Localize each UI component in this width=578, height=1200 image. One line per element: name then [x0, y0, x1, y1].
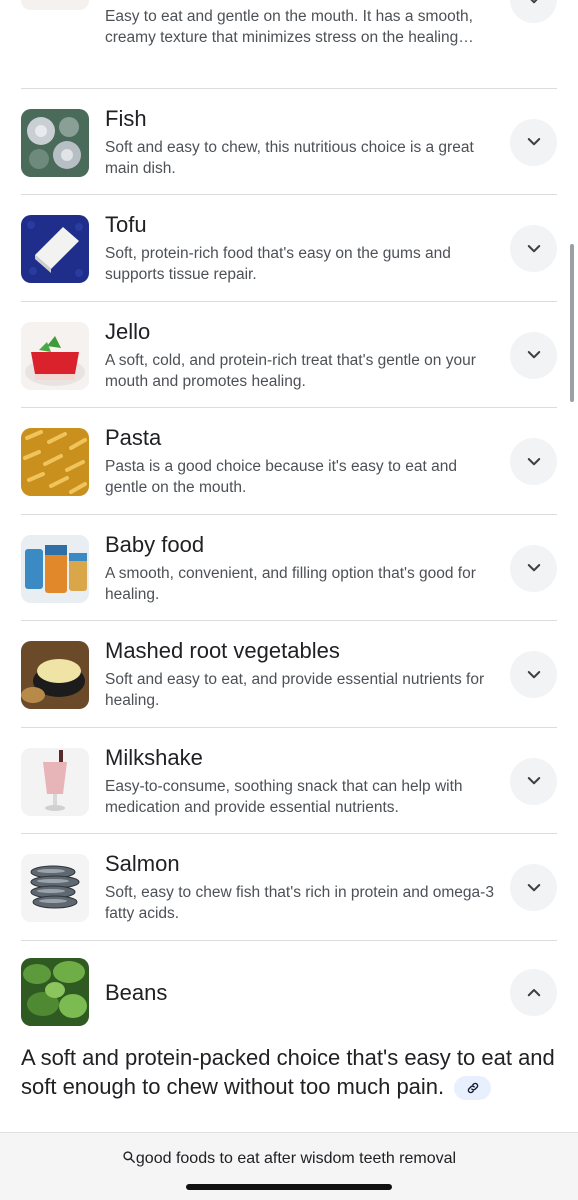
- list-item[interactable]: Salmon Soft, easy to chew fish that's ri…: [21, 834, 557, 941]
- item-title: Pasta: [105, 425, 162, 450]
- item-description: Easy-to-consume, soothing snack that can…: [105, 777, 463, 816]
- expand-button[interactable]: [510, 331, 557, 379]
- jello-photo: [21, 321, 89, 390]
- chevron-down-icon: [530, 0, 537, 3]
- search-query-bar[interactable]: good foods to eat after wisdom teeth rem…: [0, 1132, 578, 1200]
- beans-photo: [21, 958, 89, 1026]
- list-item[interactable]: Fish Soft and easy to chew, this nutriti…: [21, 89, 557, 195]
- item-title: Jello: [105, 318, 151, 344]
- expand-button[interactable]: [510, 757, 557, 805]
- list-item[interactable]: Jello A soft, cold, and protein-rich tre…: [21, 302, 557, 408]
- food-list: Easy to eat and gentle on the mouth. It …: [0, 0, 578, 941]
- item-description: Soft, protein-rich food that's easy on t…: [105, 245, 451, 283]
- item-description: Easy to eat and gentle on the mouth. It …: [105, 8, 474, 46]
- chevron-down-icon: [527, 244, 540, 252]
- search-icon: [123, 1151, 135, 1163]
- pudding-photo: [21, 0, 89, 10]
- list-item[interactable]: Milkshake Easy-to-consume, soothing snac…: [21, 728, 557, 834]
- item-description: Soft and easy to eat, and provide essent…: [105, 671, 485, 709]
- baby-food-photo: [21, 534, 89, 603]
- results-page: Easy to eat and gentle on the mouth. It …: [0, 0, 578, 1200]
- expand-button[interactable]: [510, 438, 557, 485]
- expand-button[interactable]: [510, 118, 557, 166]
- search-query[interactable]: good foods to eat after wisdom teeth rem…: [0, 1150, 578, 1168]
- collapse-button[interactable]: [510, 969, 557, 1016]
- list-item[interactable]: Pasta Pasta is a good choice because it'…: [21, 408, 557, 515]
- item-title: Milkshake: [105, 744, 203, 770]
- home-indicator[interactable]: [186, 1184, 392, 1190]
- list-item[interactable]: Mashed root vegetables Soft and easy to …: [21, 621, 557, 728]
- chevron-down-icon: [527, 457, 540, 465]
- item-title: Beans: [105, 980, 168, 1005]
- expand-button[interactable]: [510, 651, 557, 698]
- item-title: Fish: [105, 105, 147, 131]
- tofu-photo: [21, 215, 89, 283]
- item-title: Salmon: [105, 851, 180, 876]
- item-description: Soft and easy to chew, this nutritious c…: [105, 138, 474, 177]
- item-description: Soft, easy to chew fish that's rich in p…: [105, 884, 494, 922]
- chevron-down-icon: [527, 351, 540, 359]
- chevron-down-icon: [527, 670, 540, 678]
- chevron-down-icon: [527, 777, 540, 785]
- item-description: Pasta is a good choice because it's easy…: [105, 458, 457, 496]
- list-item[interactable]: Baby food A smooth, convenient, and fill…: [21, 515, 557, 621]
- item-title: Tofu: [105, 212, 147, 237]
- item-title: Baby food: [105, 531, 205, 557]
- chevron-up-icon: [527, 988, 540, 996]
- item-description: A soft, cold, and protein-rich treat tha…: [105, 351, 476, 390]
- mashed-vegetables-photo: [21, 641, 89, 709]
- link-icon: [467, 1082, 478, 1094]
- expand-button[interactable]: [510, 225, 557, 272]
- chevron-down-icon: [527, 138, 540, 146]
- chevron-down-icon: [527, 564, 540, 572]
- search-query-text: good foods to eat after wisdom teeth rem…: [135, 1150, 457, 1167]
- item-title: Mashed root vegetables: [105, 638, 340, 663]
- chevron-down-icon: [527, 883, 540, 891]
- item-detail: A soft and protein-packed choice that's …: [21, 1043, 557, 1101]
- source-link-button[interactable]: [454, 1076, 492, 1101]
- list-item[interactable]: Easy to eat and gentle on the mouth. It …: [21, 0, 557, 89]
- salmon-photo: [21, 854, 89, 922]
- expand-button[interactable]: [510, 544, 557, 592]
- item-description: A smooth, convenient, and filling option…: [105, 564, 476, 603]
- fish-photo: [21, 108, 89, 177]
- scrollbar[interactable]: [570, 244, 574, 402]
- expand-button[interactable]: [510, 864, 557, 911]
- milkshake-photo: [21, 747, 89, 816]
- pasta-photo: [21, 428, 89, 496]
- list-item[interactable]: Tofu Soft, protein-rich food that's easy…: [21, 195, 557, 302]
- expand-button[interactable]: [510, 0, 557, 23]
